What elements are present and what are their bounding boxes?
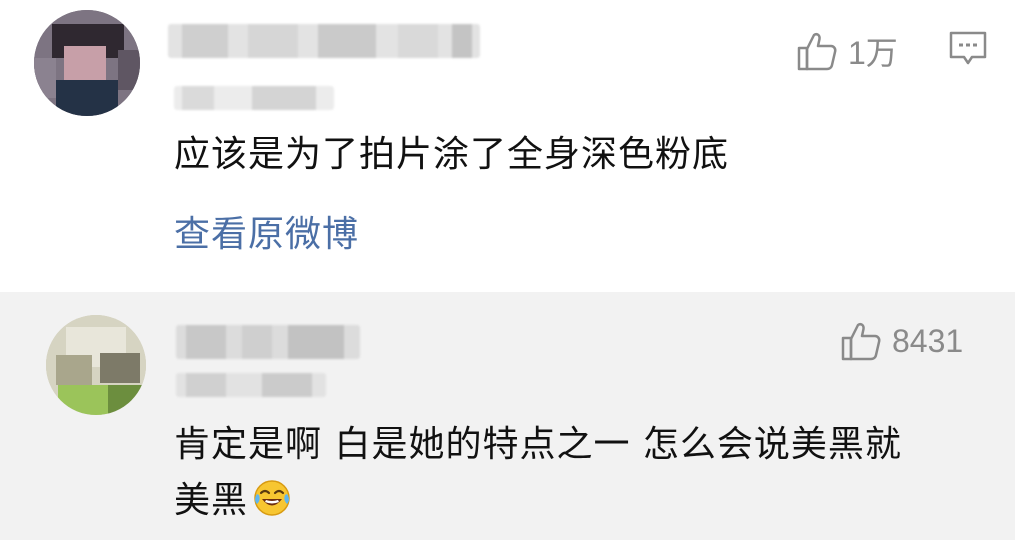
like-button[interactable]: 1万 [796,28,898,74]
comment-bubble-icon[interactable] [948,30,988,68]
comment-item: 1万 应该是为了拍片涂了全身深色粉底 查看原微博 [0,0,1015,292]
username-blurred[interactable] [176,325,360,359]
thumbs-up-outline-icon [841,322,881,361]
view-original-link[interactable]: 查看原微博 [174,208,359,262]
like-button[interactable]: 8431 [840,320,963,362]
tears-of-joy-emoji-icon [254,480,290,516]
comment-list: 1万 应该是为了拍片涂了全身深色粉底 查看原微博 8431 肯定是啊 白是她的特… [0,0,1015,540]
like-count: 8431 [892,322,964,359]
comment-text-line-2-text: 美黑 [174,480,249,521]
like-count: 1万 [848,35,898,71]
avatar[interactable] [34,10,140,116]
comment-text-line-1: 肯定是啊 白是她的特点之一 怎么会说美黑就 [174,424,902,465]
comment-text: 应该是为了拍片涂了全身深色粉底 [174,134,730,175]
thumbs-up-outline-icon [797,32,837,71]
timestamp-blurred [176,373,326,397]
timestamp-blurred [174,86,334,110]
avatar[interactable] [46,315,146,415]
username-blurred[interactable] [168,24,480,58]
comment-text-line-2: 美黑 [174,474,292,528]
